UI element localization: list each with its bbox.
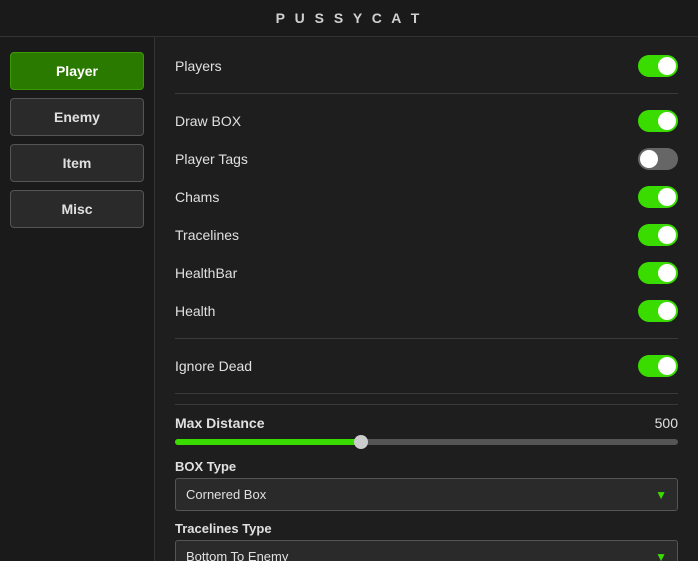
- sidebar-item-enemy[interactable]: Enemy: [10, 98, 144, 136]
- tracelines-type-section: Tracelines Type Bottom To Enemy ▼: [175, 521, 678, 561]
- slider-thumb: [354, 435, 368, 449]
- toggle-draw-box[interactable]: [638, 110, 678, 132]
- divider-1: [175, 93, 678, 94]
- toggle-ignore-dead[interactable]: [638, 355, 678, 377]
- toggle-row-ignore-dead: Ignore Dead: [175, 347, 678, 385]
- app-title: P U S S Y C A T: [276, 10, 423, 26]
- box-type-label: BOX Type: [175, 459, 678, 474]
- toggle-label-player-tags: Player Tags: [175, 151, 248, 167]
- content-area: Players Draw BOX Player Tags: [155, 37, 698, 561]
- max-distance-slider[interactable]: [175, 439, 678, 445]
- toggle-row-health: Health: [175, 292, 678, 330]
- slider-header: Max Distance 500: [175, 415, 678, 431]
- box-type-selected: Cornered Box: [186, 487, 266, 502]
- sidebar-item-item[interactable]: Item: [10, 144, 144, 182]
- sidebar-item-misc[interactable]: Misc: [10, 190, 144, 228]
- box-type-dropdown[interactable]: Cornered Box ▼: [175, 478, 678, 511]
- toggle-tracelines[interactable]: [638, 224, 678, 246]
- tracelines-type-arrow-icon: ▼: [655, 550, 667, 561]
- toggle-chams[interactable]: [638, 186, 678, 208]
- sidebar-item-player[interactable]: Player: [10, 52, 144, 90]
- divider-2: [175, 338, 678, 339]
- toggle-label-tracelines: Tracelines: [175, 227, 239, 243]
- toggle-health[interactable]: [638, 300, 678, 322]
- toggle-player-tags[interactable]: [638, 148, 678, 170]
- toggle-label-chams: Chams: [175, 189, 219, 205]
- toggle-label-health: Health: [175, 303, 215, 319]
- toggle-row-players: Players: [175, 47, 678, 85]
- box-type-section: BOX Type Cornered Box ▼: [175, 459, 678, 511]
- tracelines-type-label: Tracelines Type: [175, 521, 678, 536]
- title-bar: P U S S Y C A T: [0, 0, 698, 37]
- toggle-label-draw-box: Draw BOX: [175, 113, 241, 129]
- toggle-players[interactable]: [638, 55, 678, 77]
- tracelines-type-selected: Bottom To Enemy: [186, 549, 288, 561]
- sidebar: Player Enemy Item Misc: [0, 37, 155, 561]
- toggle-row-draw-box: Draw BOX: [175, 102, 678, 140]
- toggle-row-player-tags: Player Tags: [175, 140, 678, 178]
- slider-section: Max Distance 500: [175, 404, 678, 445]
- toggle-label-ignore-dead: Ignore Dead: [175, 358, 252, 374]
- main-container: Player Enemy Item Misc Players Draw BOX: [0, 37, 698, 561]
- slider-fill: [175, 439, 361, 445]
- tracelines-type-dropdown[interactable]: Bottom To Enemy ▼: [175, 540, 678, 561]
- divider-3: [175, 393, 678, 394]
- toggle-row-tracelines: Tracelines: [175, 216, 678, 254]
- toggle-label-players: Players: [175, 58, 222, 74]
- box-type-arrow-icon: ▼: [655, 488, 667, 502]
- slider-value: 500: [655, 415, 678, 431]
- toggle-label-healthbar: HealthBar: [175, 265, 237, 281]
- toggle-row-healthbar: HealthBar: [175, 254, 678, 292]
- toggle-row-chams: Chams: [175, 178, 678, 216]
- slider-label: Max Distance: [175, 415, 264, 431]
- toggle-healthbar[interactable]: [638, 262, 678, 284]
